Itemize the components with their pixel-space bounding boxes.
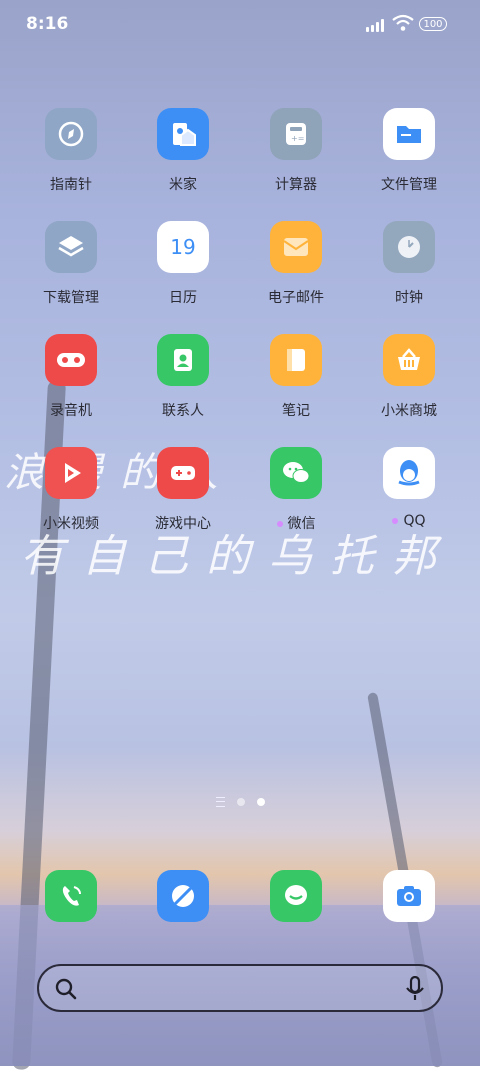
app-label: 时钟 (354, 287, 464, 307)
layers-icon[interactable] (45, 221, 97, 273)
app-label-text: 联系人 (162, 403, 204, 419)
app-13[interactable]: 小米视频 (16, 447, 126, 533)
gamepad-icon[interactable] (157, 447, 209, 499)
app-label: 小米视频 (16, 513, 126, 533)
wifi-icon (392, 14, 414, 31)
app-5[interactable]: 下载管理 (16, 221, 126, 307)
app-label-text: 小米视频 (43, 516, 99, 532)
app-label: 游戏中心 (128, 513, 238, 533)
app-label-text: 微信 (287, 516, 316, 532)
app-label-text: QQ (403, 513, 426, 529)
qq-penguin-icon[interactable] (383, 447, 435, 499)
clock-time: 8:16 (26, 14, 69, 34)
app-7[interactable]: 电子邮件 (241, 221, 351, 307)
play-icon[interactable] (45, 447, 97, 499)
menu-lines-icon (215, 797, 225, 807)
app-label: 下载管理 (16, 287, 126, 307)
svg-text:+=: += (291, 134, 304, 143)
app-label: 笔记 (241, 400, 351, 420)
search-icon (55, 978, 77, 1000)
shopping-basket-icon[interactable] (383, 334, 435, 386)
notes-icon[interactable] (270, 334, 322, 386)
notification-dot (276, 521, 283, 527)
app-3[interactable]: += 计算器 (241, 108, 351, 194)
clock-icon[interactable] (383, 221, 435, 273)
dock-phone[interactable] (16, 870, 126, 922)
app-label: 电子邮件 (241, 287, 351, 307)
app-label: 录音机 (16, 400, 126, 420)
app-label-text: 电子邮件 (268, 290, 324, 306)
camera-icon[interactable] (383, 870, 435, 922)
compass-icon[interactable] (45, 108, 97, 160)
calculator-icon[interactable]: += (270, 108, 322, 160)
recorder-icon[interactable] (45, 334, 97, 386)
status-bar: 8:16 100 (0, 0, 480, 50)
app-label-text: 文件管理 (381, 177, 437, 193)
app-label-text: 录音机 (50, 403, 92, 419)
app-2[interactable]: 米家 (128, 108, 238, 194)
browser-icon[interactable] (157, 870, 209, 922)
app-label: 计算器 (241, 174, 351, 194)
app-label-text: 下载管理 (43, 290, 99, 306)
app-9[interactable]: 录音机 (16, 334, 126, 420)
app-label-text: 计算器 (275, 177, 317, 193)
app-label: 指南针 (16, 174, 126, 194)
home-device-icon[interactable] (157, 108, 209, 160)
app-label-text: 笔记 (282, 403, 310, 419)
mail-icon[interactable] (270, 221, 322, 273)
app-label: 日历 (128, 287, 238, 307)
wechat-icon[interactable] (270, 447, 322, 499)
app-label: 联系人 (128, 400, 238, 420)
app-14[interactable]: 游戏中心 (128, 447, 238, 533)
app-label-text: 小米商城 (381, 403, 437, 419)
search-bar[interactable] (37, 964, 443, 1012)
app-label: QQ (354, 513, 464, 529)
dock-browser[interactable] (128, 870, 238, 922)
app-15[interactable]: 微信 (241, 447, 351, 533)
app-label: 文件管理 (354, 174, 464, 194)
app-label-text: 指南针 (50, 177, 92, 193)
app-label-text: 米家 (169, 177, 197, 193)
app-label: 小米商城 (354, 400, 464, 420)
folder-icon[interactable] (383, 108, 435, 160)
battery-icon: 100 (419, 17, 447, 31)
app-16[interactable]: QQ (354, 447, 464, 529)
page-dot-1[interactable] (236, 798, 245, 806)
app-label-text: 游戏中心 (155, 516, 211, 532)
microphone-icon[interactable] (405, 976, 425, 1002)
page-indicator[interactable] (0, 797, 480, 807)
page-dot-2[interactable] (256, 798, 265, 806)
contacts-icon[interactable] (157, 334, 209, 386)
app-label-text: 时钟 (395, 290, 423, 306)
calendar-date-number: 19 (170, 235, 196, 259)
dock-camera[interactable] (354, 870, 464, 922)
notification-dot (392, 518, 399, 524)
app-10[interactable]: 联系人 (128, 334, 238, 420)
app-label: 微信 (241, 513, 351, 533)
message-icon[interactable] (270, 870, 322, 922)
app-1[interactable]: 指南针 (16, 108, 126, 194)
app-8[interactable]: 时钟 (354, 221, 464, 307)
phone-icon[interactable] (45, 870, 97, 922)
signal-icon (366, 18, 384, 32)
dock-messages[interactable] (241, 870, 351, 922)
app-label: 米家 (128, 174, 238, 194)
calendar-icon[interactable]: 19 (157, 221, 209, 273)
app-11[interactable]: 笔记 (241, 334, 351, 420)
app-4[interactable]: 文件管理 (354, 108, 464, 194)
app-6[interactable]: 19 日历 (128, 221, 238, 307)
app-label-text: 日历 (169, 290, 197, 306)
app-12[interactable]: 小米商城 (354, 334, 464, 420)
